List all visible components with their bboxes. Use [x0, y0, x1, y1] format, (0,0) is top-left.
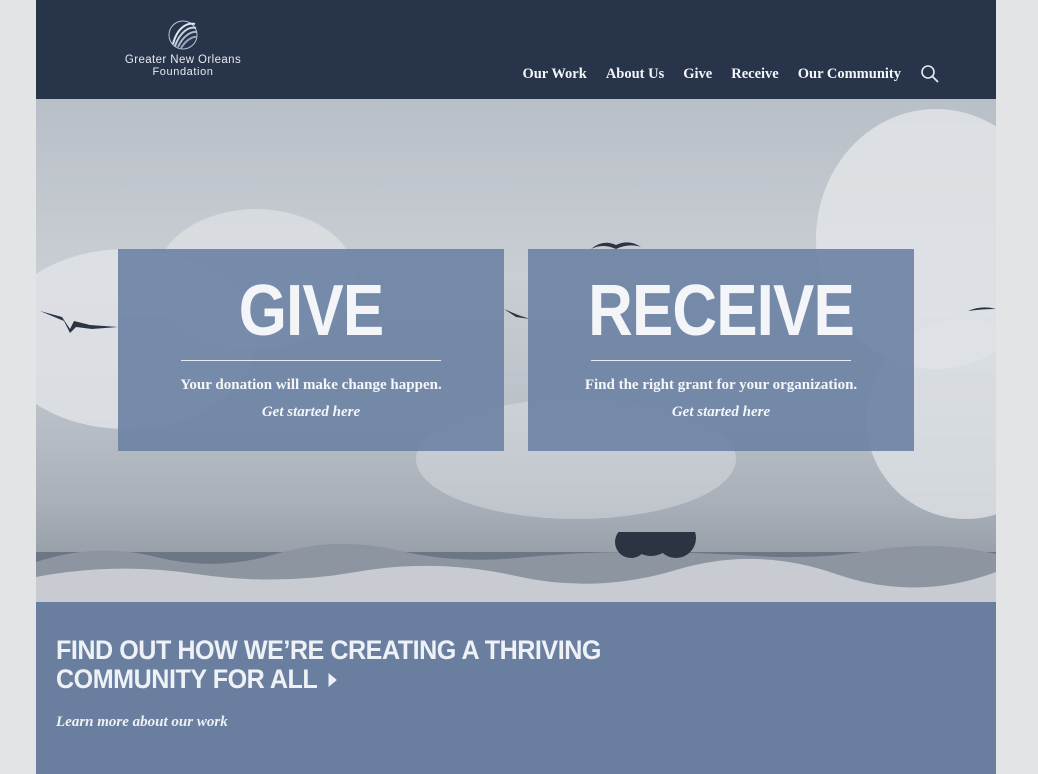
nav-our-community[interactable]: Our Community: [798, 66, 901, 83]
receive-card-divider: [591, 360, 851, 361]
give-get-started-link[interactable]: Get started here: [262, 404, 360, 421]
logo-swirl-icon: [168, 20, 198, 50]
community-headline-link[interactable]: FIND OUT HOW WE’RE CREATING A THRIVING C…: [56, 636, 726, 694]
nav-about-us[interactable]: About Us: [606, 66, 664, 83]
receive-card-description: Find the right grant for your organizati…: [584, 377, 858, 393]
receive-get-started-link[interactable]: Get started here: [672, 404, 770, 421]
give-card-title: GIVE: [238, 271, 384, 351]
nav-our-work[interactable]: Our Work: [522, 66, 586, 83]
grass-field: [36, 532, 996, 602]
page: Greater New Orleans Foundation Our Work …: [36, 0, 996, 774]
bird-icon: [504, 309, 530, 319]
logo-title: Greater New Orleans: [124, 54, 242, 66]
give-card[interactable]: GIVE Your donation will make change happ…: [118, 249, 504, 451]
hero-section: GIVE Your donation will make change happ…: [36, 99, 996, 602]
play-arrow-icon: [328, 673, 337, 687]
give-card-description: Your donation will make change happen.: [180, 377, 442, 393]
learn-more-link[interactable]: Learn more about our work: [56, 714, 228, 731]
logo-subtitle: Foundation: [152, 66, 214, 78]
search-icon[interactable]: [920, 64, 940, 84]
bird-icon: [968, 307, 996, 311]
receive-card[interactable]: RECEIVE Find the right grant for your or…: [528, 249, 914, 451]
community-band: FIND OUT HOW WE’RE CREATING A THRIVING C…: [36, 602, 996, 774]
main-nav: Our Work About Us Give Receive Our Commu…: [503, 64, 940, 84]
nav-receive[interactable]: Receive: [731, 66, 779, 83]
site-logo[interactable]: Greater New Orleans Foundation: [112, 18, 254, 82]
site-header: Greater New Orleans Foundation Our Work …: [36, 0, 996, 99]
receive-card-title: RECEIVE: [588, 271, 855, 351]
bird-icon: [40, 311, 118, 333]
give-card-divider: [181, 360, 441, 361]
nav-give[interactable]: Give: [683, 66, 712, 83]
